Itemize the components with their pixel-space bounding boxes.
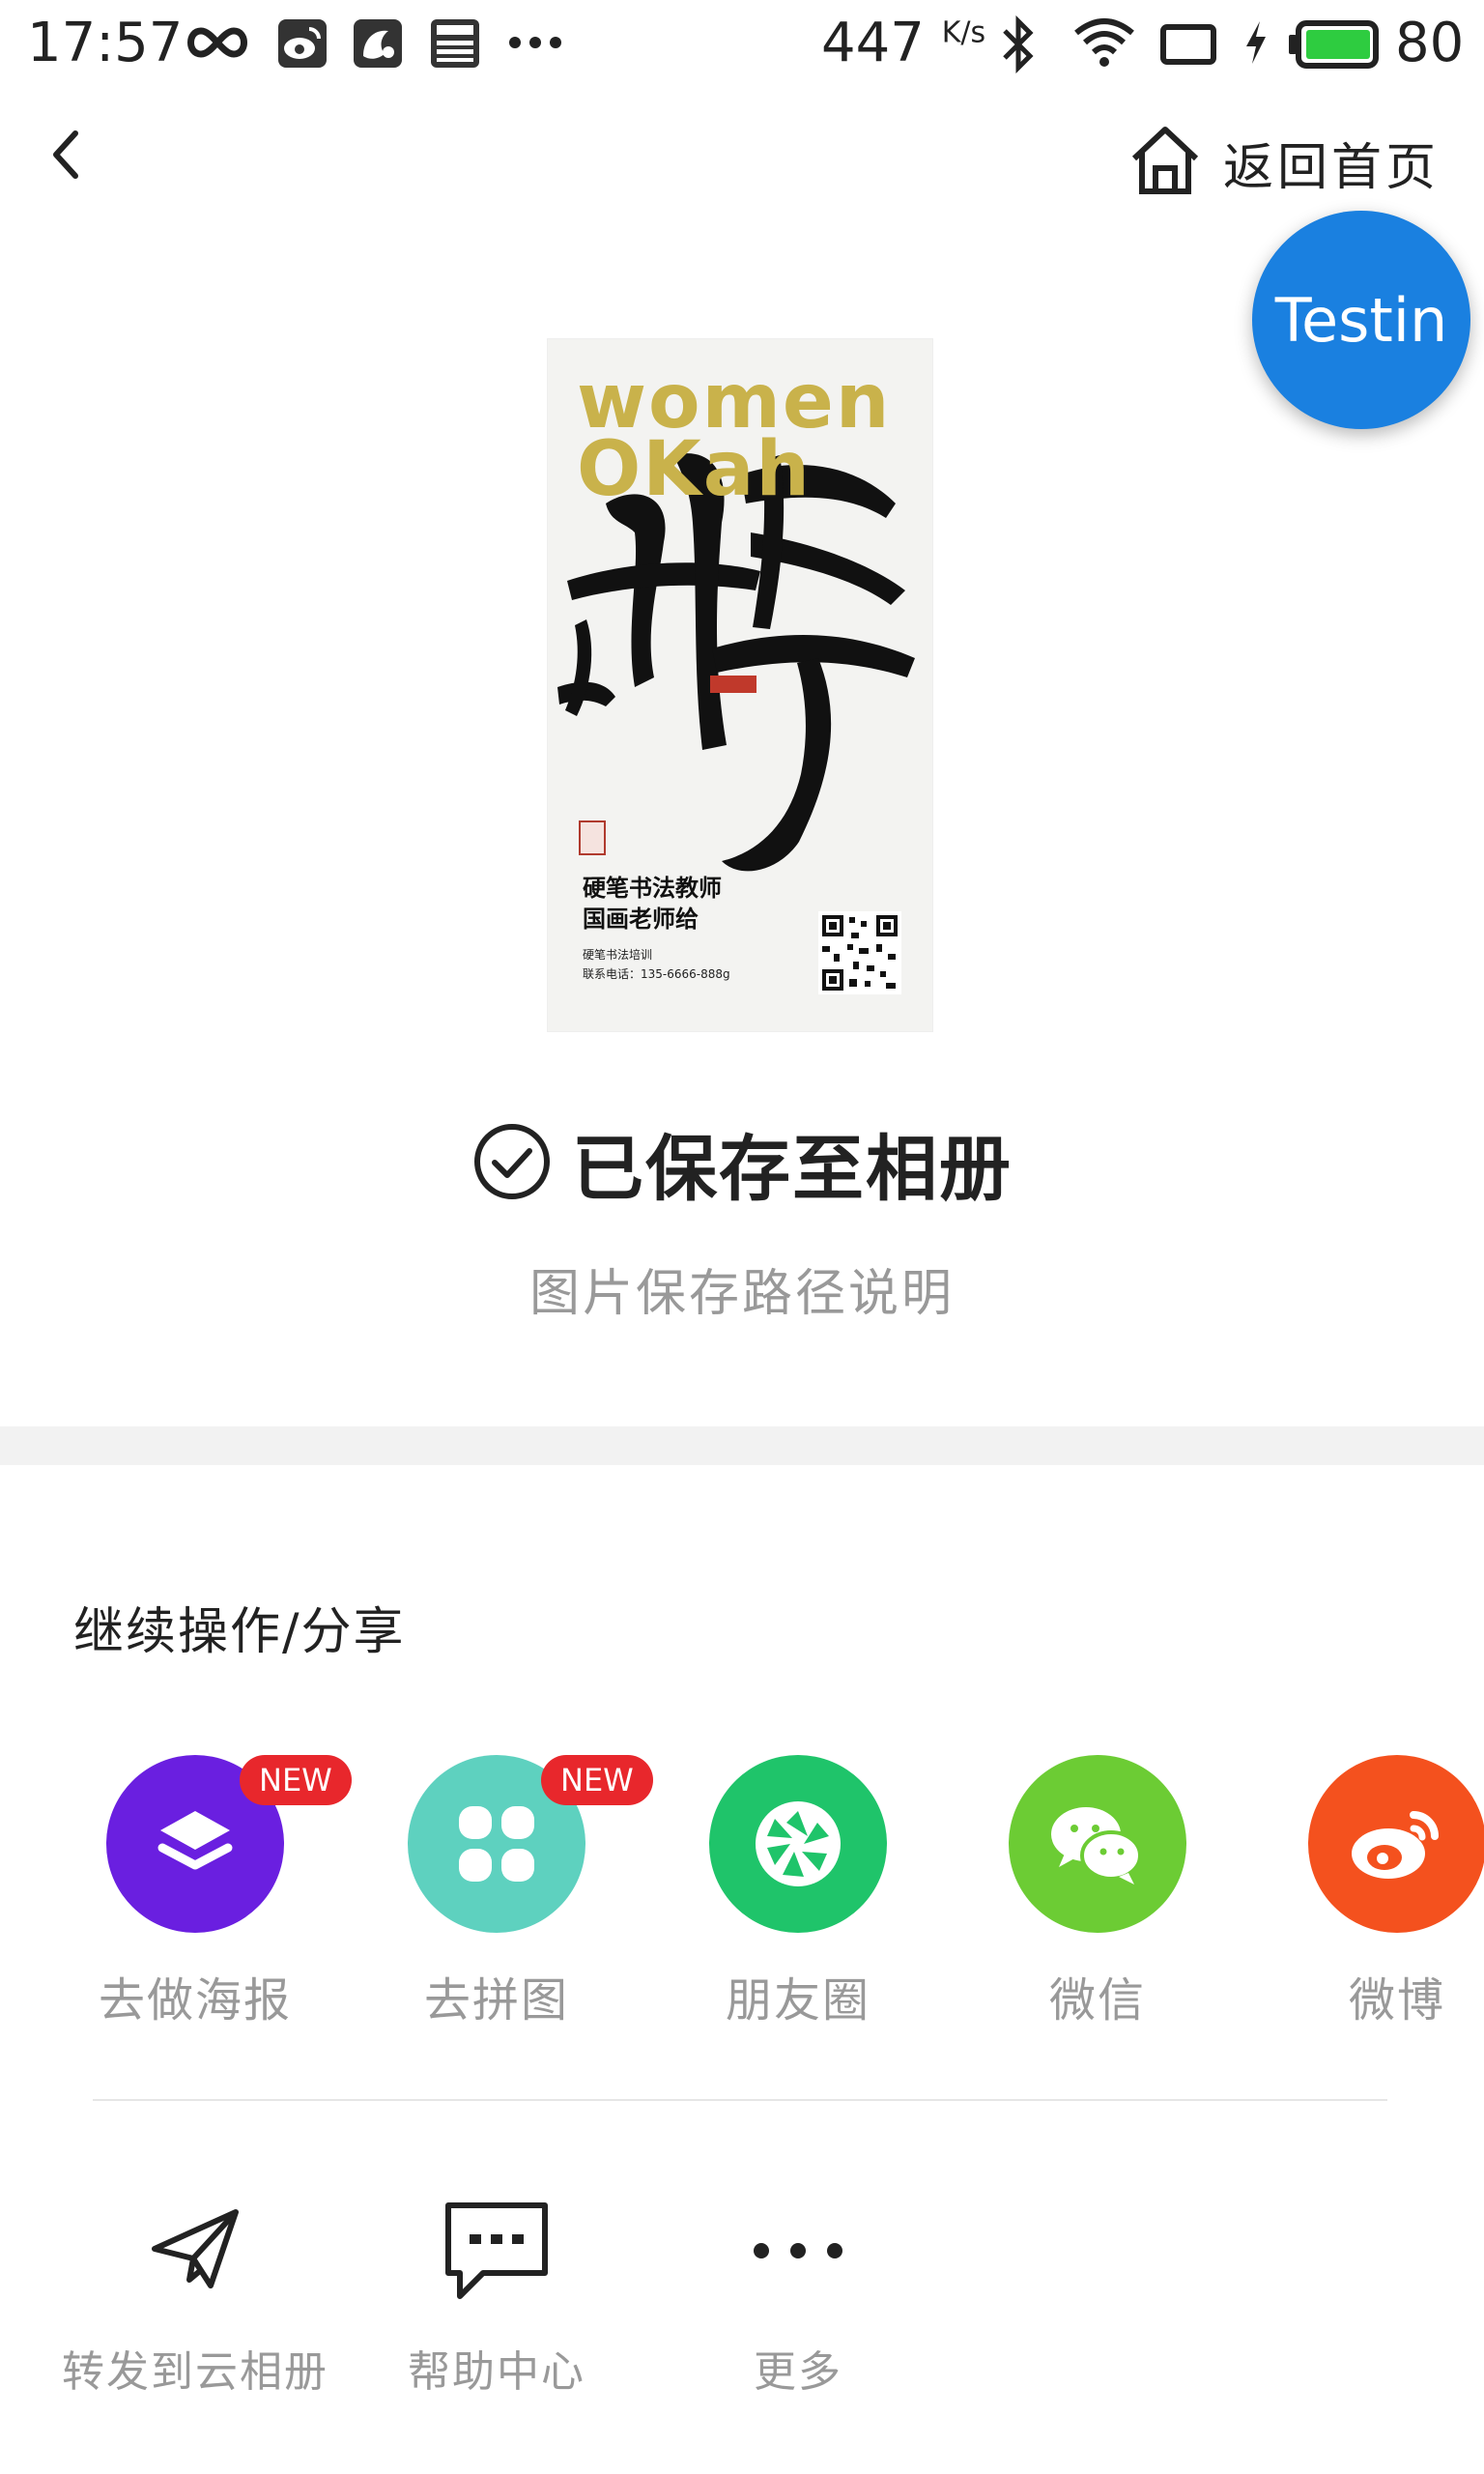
screen-rotate-icon bbox=[1159, 21, 1217, 72]
bluetooth-icon bbox=[999, 14, 1038, 77]
battery-level: 80 bbox=[1395, 12, 1465, 74]
news-icon bbox=[429, 17, 481, 73]
poster-small-text2: 联系电话：135-6666-888g bbox=[583, 967, 730, 981]
share-collage[interactable]: NEW 去拼图 bbox=[371, 1755, 653, 2035]
home-icon bbox=[1128, 124, 1202, 201]
section-divider bbox=[0, 1426, 1484, 1465]
share-section-title: 继续操作/分享 bbox=[73, 1603, 406, 1661]
share-label: 微信 bbox=[1048, 1973, 1146, 2028]
share-moments[interactable]: 朋友圈 bbox=[672, 1755, 924, 2035]
battery-icon bbox=[1289, 19, 1382, 73]
poster-text-line1: 硬笔书法教师 bbox=[583, 875, 722, 902]
check-circle-icon bbox=[471, 1121, 553, 1206]
wechat-icon bbox=[1009, 1755, 1186, 1933]
return-home-label: 返回首页 bbox=[1223, 138, 1441, 197]
chevron-left-icon bbox=[46, 130, 85, 187]
paper-plane-icon bbox=[132, 2188, 258, 2314]
more-button[interactable]: 更多 bbox=[653, 2188, 943, 2401]
share-make-poster[interactable]: NEW 去做海报 bbox=[70, 1755, 352, 2035]
tool-label: 帮助中心 bbox=[408, 2347, 585, 2397]
share-label: 微博 bbox=[1348, 1973, 1445, 2028]
saved-status: 已保存至相册 bbox=[0, 1111, 1484, 1215]
saved-message: 已保存至相册 bbox=[572, 1128, 1013, 1211]
tool-label: 转发到云相册 bbox=[62, 2347, 328, 2397]
poster-small-text1: 硬笔书法培训 bbox=[583, 948, 653, 962]
back-button[interactable] bbox=[46, 126, 104, 193]
uc-browser-icon bbox=[352, 17, 404, 73]
moments-shutter-icon bbox=[709, 1755, 887, 1933]
wifi-icon bbox=[1072, 15, 1136, 73]
forward-to-cloud-album-button[interactable]: 转发到云相册 bbox=[50, 2188, 340, 2401]
more-dots-icon bbox=[735, 2188, 861, 2314]
new-badge: NEW bbox=[240, 1755, 352, 1805]
status-bar: 17:57 447 K/s 80 bbox=[0, 0, 1484, 87]
save-path-help-link[interactable]: 图片保存路径说明 bbox=[0, 1252, 1484, 1325]
help-center-button[interactable]: 帮助中心 bbox=[352, 2188, 642, 2401]
share-weibo[interactable]: 微博 bbox=[1271, 1755, 1484, 2035]
tool-label: 更多 bbox=[754, 2347, 842, 2397]
more-dots-icon bbox=[508, 35, 562, 53]
weibo-icon bbox=[276, 17, 328, 73]
poster-title: women OKah bbox=[577, 359, 892, 513]
network-speed: 447 K/s bbox=[821, 12, 986, 74]
charging-icon bbox=[1242, 19, 1270, 70]
new-badge: NEW bbox=[541, 1755, 653, 1805]
saved-poster-preview[interactable]: women OKah 硬笔书法教师 国画老师给 硬笔书法培训 联系电话：135-… bbox=[547, 338, 933, 1032]
share-label: 去做海报 bbox=[98, 1973, 292, 2028]
return-home-button[interactable]: 返回首页 bbox=[1128, 126, 1440, 199]
tools-divider bbox=[93, 2099, 1387, 2101]
poster-seal bbox=[579, 820, 606, 855]
poster-text-line2: 国画老师给 bbox=[583, 906, 699, 933]
infinity-icon bbox=[184, 23, 251, 66]
weibo-icon bbox=[1308, 1755, 1484, 1933]
message-dots-icon bbox=[434, 2188, 559, 2314]
qr-code-icon bbox=[818, 911, 901, 994]
status-time: 17:57 bbox=[27, 12, 184, 74]
testin-floating-badge[interactable]: Testin bbox=[1252, 211, 1470, 429]
share-label: 去拼图 bbox=[423, 1973, 569, 2028]
share-label: 朋友圈 bbox=[725, 1973, 870, 2028]
share-wechat[interactable]: 微信 bbox=[972, 1755, 1223, 2035]
